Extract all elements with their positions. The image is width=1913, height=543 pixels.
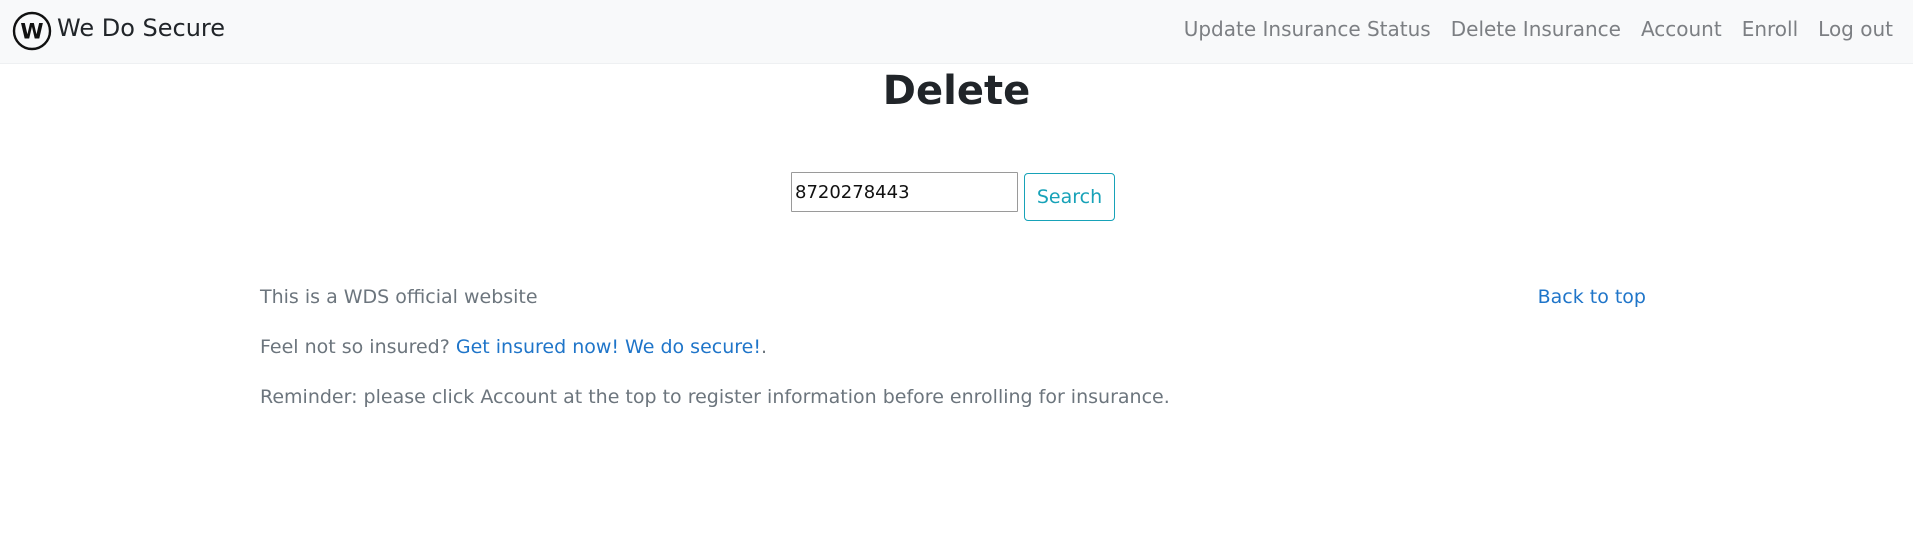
reminder-text: Reminder: please click Account at the to… bbox=[260, 386, 1170, 408]
w-logo-icon: W bbox=[12, 11, 52, 51]
svg-text:W: W bbox=[20, 20, 43, 44]
nav-log-out[interactable]: Log out bbox=[1818, 17, 1893, 41]
back-to-top-link[interactable]: Back to top bbox=[1538, 285, 1646, 309]
page-title: Delete bbox=[882, 68, 1031, 114]
search-button[interactable]: Search bbox=[1024, 173, 1115, 221]
official-website-text: This is a WDS official website bbox=[260, 286, 538, 308]
insured-suffix-text: . bbox=[760, 336, 768, 358]
brand-home-link[interactable]: W We Do Secure bbox=[12, 10, 225, 52]
search-form: Search bbox=[791, 172, 1115, 221]
search-input[interactable] bbox=[791, 172, 1018, 212]
insured-prompt: Feel not so insured? Get insured now! We… bbox=[260, 335, 767, 359]
brand-name: We Do Secure bbox=[57, 14, 226, 42]
insured-prefix-text: Feel not so insured? bbox=[260, 336, 456, 358]
get-insured-link[interactable]: Get insured now! We do secure! bbox=[456, 336, 761, 358]
nav-enroll[interactable]: Enroll bbox=[1742, 17, 1798, 41]
nav-update-insurance-status[interactable]: Update Insurance Status bbox=[1184, 17, 1431, 41]
nav-links: Update Insurance Status Delete Insurance… bbox=[1164, 0, 1893, 58]
nav-account[interactable]: Account bbox=[1641, 17, 1722, 41]
nav-delete-insurance[interactable]: Delete Insurance bbox=[1451, 17, 1621, 41]
top-navbar: W We Do Secure Update Insurance Status D… bbox=[0, 0, 1913, 64]
